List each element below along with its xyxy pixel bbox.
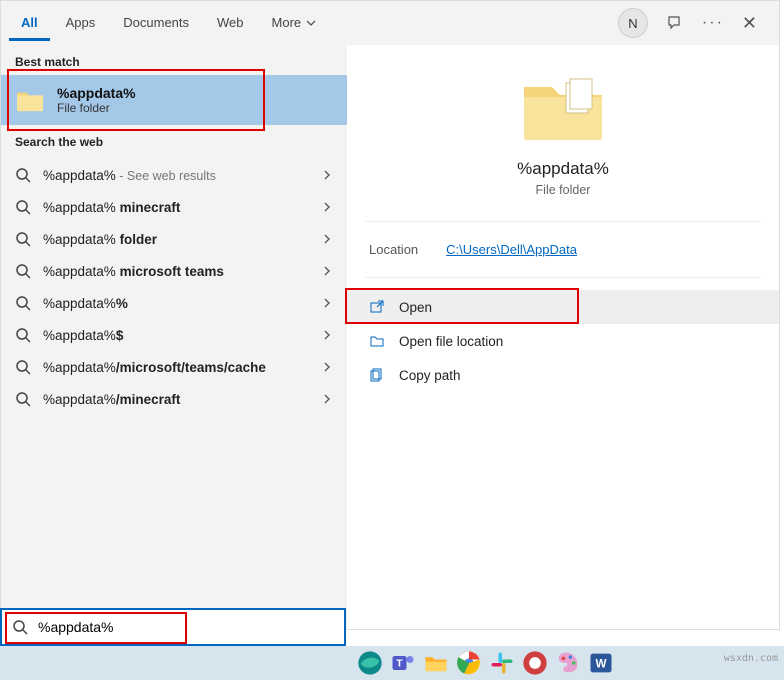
web-results-list: %appdata% - See web results %appdata% min… bbox=[1, 155, 347, 415]
web-result-text: %appdata% - See web results bbox=[43, 168, 309, 183]
web-result-item[interactable]: %appdata% minecraft bbox=[1, 191, 347, 223]
web-result-item[interactable]: %appdata%/microsoft/teams/cache bbox=[1, 351, 347, 383]
folder-location-icon bbox=[369, 333, 385, 349]
best-match-subtitle: File folder bbox=[57, 101, 136, 115]
best-match-title: %appdata% bbox=[57, 85, 136, 101]
tab-all[interactable]: All bbox=[9, 5, 50, 41]
chevron-right-icon bbox=[321, 329, 333, 341]
svg-text:W: W bbox=[595, 658, 606, 671]
web-result-text: %appdata%/minecraft bbox=[43, 392, 309, 407]
tab-more[interactable]: More bbox=[260, 5, 330, 41]
divider bbox=[365, 277, 761, 278]
web-result-item[interactable]: %appdata%/minecraft bbox=[1, 383, 347, 415]
web-result-text: %appdata% folder bbox=[43, 232, 309, 247]
search-icon bbox=[15, 231, 31, 247]
search-bar[interactable] bbox=[0, 608, 346, 646]
taskbar-app-icon[interactable] bbox=[521, 649, 549, 677]
results-body: Best match %appdata% File folder Search … bbox=[1, 45, 779, 629]
close-button[interactable]: ✕ bbox=[742, 13, 757, 34]
chevron-right-icon bbox=[321, 169, 333, 181]
search-icon bbox=[15, 167, 31, 183]
preview-subtitle: File folder bbox=[347, 183, 779, 197]
best-match-text: %appdata% File folder bbox=[57, 85, 136, 115]
feedback-icon[interactable] bbox=[666, 14, 684, 32]
more-options-icon[interactable]: ··· bbox=[702, 14, 724, 32]
svg-text:T: T bbox=[396, 658, 403, 670]
search-input[interactable] bbox=[38, 619, 334, 635]
action-list: Open Open file location Copy path bbox=[347, 284, 779, 392]
action-label: Open file location bbox=[399, 334, 503, 349]
web-result-item[interactable]: %appdata%$ bbox=[1, 319, 347, 351]
folder-icon-large bbox=[518, 71, 608, 145]
folder-icon bbox=[15, 87, 45, 113]
action-open-file-location[interactable]: Open file location bbox=[347, 324, 779, 358]
web-result-item[interactable]: %appdata% - See web results bbox=[1, 159, 347, 191]
search-icon bbox=[15, 327, 31, 343]
preview-header: %appdata% File folder bbox=[347, 63, 779, 215]
taskbar-explorer-icon[interactable] bbox=[422, 649, 450, 677]
user-avatar[interactable]: N bbox=[618, 8, 648, 38]
search-icon bbox=[15, 391, 31, 407]
taskbar-edge-icon[interactable] bbox=[356, 649, 384, 677]
chevron-right-icon bbox=[321, 233, 333, 245]
action-copy-path[interactable]: Copy path bbox=[347, 358, 779, 392]
chevron-right-icon bbox=[321, 297, 333, 309]
search-window: All Apps Documents Web More N ··· ✕ Best… bbox=[0, 0, 780, 630]
web-result-item[interactable]: %appdata% folder bbox=[1, 223, 347, 255]
search-icon bbox=[15, 295, 31, 311]
chevron-right-icon bbox=[321, 265, 333, 277]
location-label: Location bbox=[369, 242, 418, 257]
taskbar-chrome-icon[interactable] bbox=[455, 649, 483, 677]
taskbar-word-icon[interactable]: W bbox=[587, 649, 615, 677]
header-actions: N ··· ✕ bbox=[618, 8, 771, 38]
web-result-text: %appdata%$ bbox=[43, 328, 309, 343]
divider bbox=[365, 221, 761, 222]
watermark: wsxdn.com bbox=[724, 653, 778, 664]
chevron-right-icon bbox=[321, 361, 333, 373]
search-icon bbox=[15, 263, 31, 279]
taskbar-slack-icon[interactable] bbox=[488, 649, 516, 677]
tab-documents[interactable]: Documents bbox=[111, 5, 201, 41]
web-result-text: %appdata% microsoft teams bbox=[43, 264, 309, 279]
search-icon bbox=[15, 199, 31, 215]
search-web-header: Search the web bbox=[1, 125, 347, 155]
web-result-text: %appdata% minecraft bbox=[43, 200, 309, 215]
best-match-item[interactable]: %appdata% File folder bbox=[1, 75, 347, 125]
preview-title: %appdata% bbox=[347, 159, 779, 179]
preview-panel: %appdata% File folder Location C:\Users\… bbox=[347, 45, 779, 629]
copy-icon bbox=[369, 367, 385, 383]
results-left-panel: Best match %appdata% File folder Search … bbox=[1, 45, 347, 629]
search-icon bbox=[12, 619, 28, 635]
chevron-right-icon bbox=[321, 393, 333, 405]
location-row: Location C:\Users\Dell\AppData bbox=[347, 228, 779, 271]
taskbar-teams-icon[interactable]: T bbox=[389, 649, 417, 677]
best-match-header: Best match bbox=[1, 45, 347, 75]
search-icon bbox=[15, 359, 31, 375]
taskbar-paint-icon[interactable] bbox=[554, 649, 582, 677]
tab-apps[interactable]: Apps bbox=[54, 5, 108, 41]
chevron-down-icon bbox=[305, 17, 317, 29]
web-result-text: %appdata%/microsoft/teams/cache bbox=[43, 360, 309, 375]
annotation-box bbox=[7, 69, 265, 131]
scope-tabs: All Apps Documents Web More N ··· ✕ bbox=[1, 1, 779, 45]
chevron-right-icon bbox=[321, 201, 333, 213]
web-result-text: %appdata%% bbox=[43, 296, 309, 311]
action-open[interactable]: Open bbox=[347, 290, 779, 324]
tab-more-label: More bbox=[272, 15, 302, 30]
open-icon bbox=[369, 299, 385, 315]
tab-web[interactable]: Web bbox=[205, 5, 256, 41]
action-label: Open bbox=[399, 300, 432, 315]
web-result-hint: - See web results bbox=[116, 169, 216, 183]
web-result-item[interactable]: %appdata%% bbox=[1, 287, 347, 319]
web-result-item[interactable]: %appdata% microsoft teams bbox=[1, 255, 347, 287]
location-link[interactable]: C:\Users\Dell\AppData bbox=[446, 242, 577, 257]
action-label: Copy path bbox=[399, 368, 461, 383]
taskbar: T W bbox=[0, 646, 784, 680]
